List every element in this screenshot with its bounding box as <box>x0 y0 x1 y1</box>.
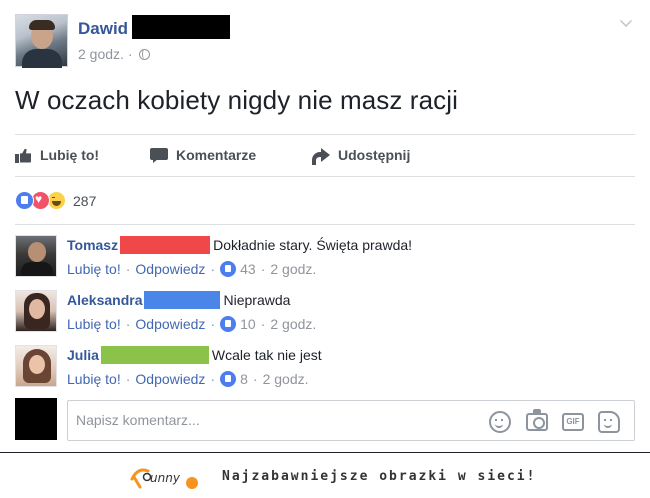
comment-text: Nieprawda <box>223 292 291 308</box>
comment-item: Aleksandra Nieprawda Lubię to! · Odpowie… <box>15 290 635 338</box>
post-text: W oczach kobiety nigdy nie masz racji <box>15 85 458 115</box>
comment-like-link[interactable]: Lubię to! <box>67 261 121 277</box>
comment-button[interactable]: Komentarze <box>150 145 256 165</box>
comment-input[interactable]: Napisz komentarz... GIF <box>67 400 635 441</box>
comment-reply-link[interactable]: Odpowiedz <box>135 371 205 387</box>
comment-time[interactable]: 2 godz. <box>263 371 309 387</box>
comment-placeholder: Napisz komentarz... <box>76 412 200 428</box>
divider <box>15 176 635 177</box>
comment-label: Komentarze <box>176 147 257 163</box>
commenter-avatar[interactable] <box>15 290 57 332</box>
redaction-bar <box>132 15 230 39</box>
my-avatar <box>15 398 57 440</box>
reaction-count: 287 <box>73 192 97 209</box>
comment-item: Julia Wcale tak nie jest Lubię to! · Odp… <box>15 345 635 393</box>
globe-icon <box>139 49 151 60</box>
share-button[interactable]: Udostępnij <box>312 145 410 165</box>
comment-item: Tomasz Dokładnie stary. Święta prawda! L… <box>15 235 635 283</box>
commenter-name[interactable]: Tomasz <box>67 237 118 253</box>
comment-icon <box>150 147 168 163</box>
comment-text: Wcale tak nie jest <box>211 347 322 363</box>
author-avatar[interactable] <box>15 14 68 68</box>
footer-tagline: Najzabawniejsze obrazki w sieci! <box>222 469 537 484</box>
facebook-post: Dawid 2 godz. · W oczach kobiety nigdy n… <box>0 0 650 452</box>
divider <box>15 224 635 225</box>
comment-like-link[interactable]: Lubię to! <box>67 316 121 332</box>
like-icon <box>220 316 237 332</box>
comment-text: Dokładnie stary. Święta prawda! <box>213 237 413 253</box>
sticker-icon[interactable] <box>598 411 620 433</box>
reactions-summary[interactable]: 287 <box>15 191 96 210</box>
camera-icon[interactable] <box>526 409 548 431</box>
comment-like-count[interactable]: 10 <box>240 316 256 332</box>
like-label: Lubię to! <box>40 147 100 163</box>
post-meta: 2 godz. · <box>78 46 151 62</box>
comment-time[interactable]: 2 godz. <box>270 261 316 277</box>
comment-reply-link[interactable]: Odpowiedz <box>135 316 205 332</box>
comment-like-link[interactable]: Lubię to! <box>67 371 121 387</box>
like-button[interactable]: Lubię to! <box>15 145 99 165</box>
emoji-icon[interactable] <box>489 411 511 433</box>
comment-like-count[interactable]: 8 <box>240 371 248 387</box>
svg-text:unny: unny <box>150 471 181 485</box>
like-icon <box>220 261 237 277</box>
commenter-avatar[interactable] <box>15 235 57 277</box>
like-icon <box>220 371 237 387</box>
like-reaction-icon <box>15 191 34 210</box>
share-icon <box>312 148 330 165</box>
watermark-footer: unny Najzabawniejsze obrazki w sieci! <box>0 453 650 498</box>
redaction-bar <box>120 236 211 254</box>
comment-like-count[interactable]: 43 <box>240 261 256 277</box>
post-time[interactable]: 2 godz. <box>78 46 124 62</box>
redaction-bar <box>100 346 209 364</box>
comment-reply-link[interactable]: Odpowiedz <box>135 261 205 277</box>
chevron-down-icon[interactable] <box>620 15 632 27</box>
like-icon <box>15 148 32 163</box>
site-logo: unny <box>130 468 198 489</box>
author-name[interactable]: Dawid <box>78 19 128 39</box>
gif-icon[interactable]: GIF <box>562 413 584 431</box>
divider <box>15 134 635 135</box>
comment-time[interactable]: 2 godz. <box>270 316 316 332</box>
share-label: Udostępnij <box>338 147 411 163</box>
commenter-avatar[interactable] <box>15 345 57 387</box>
commenter-name[interactable]: Julia <box>67 347 99 363</box>
meta-separator: · <box>127 46 133 62</box>
redaction-bar <box>144 291 221 309</box>
commenter-name[interactable]: Aleksandra <box>67 292 142 308</box>
